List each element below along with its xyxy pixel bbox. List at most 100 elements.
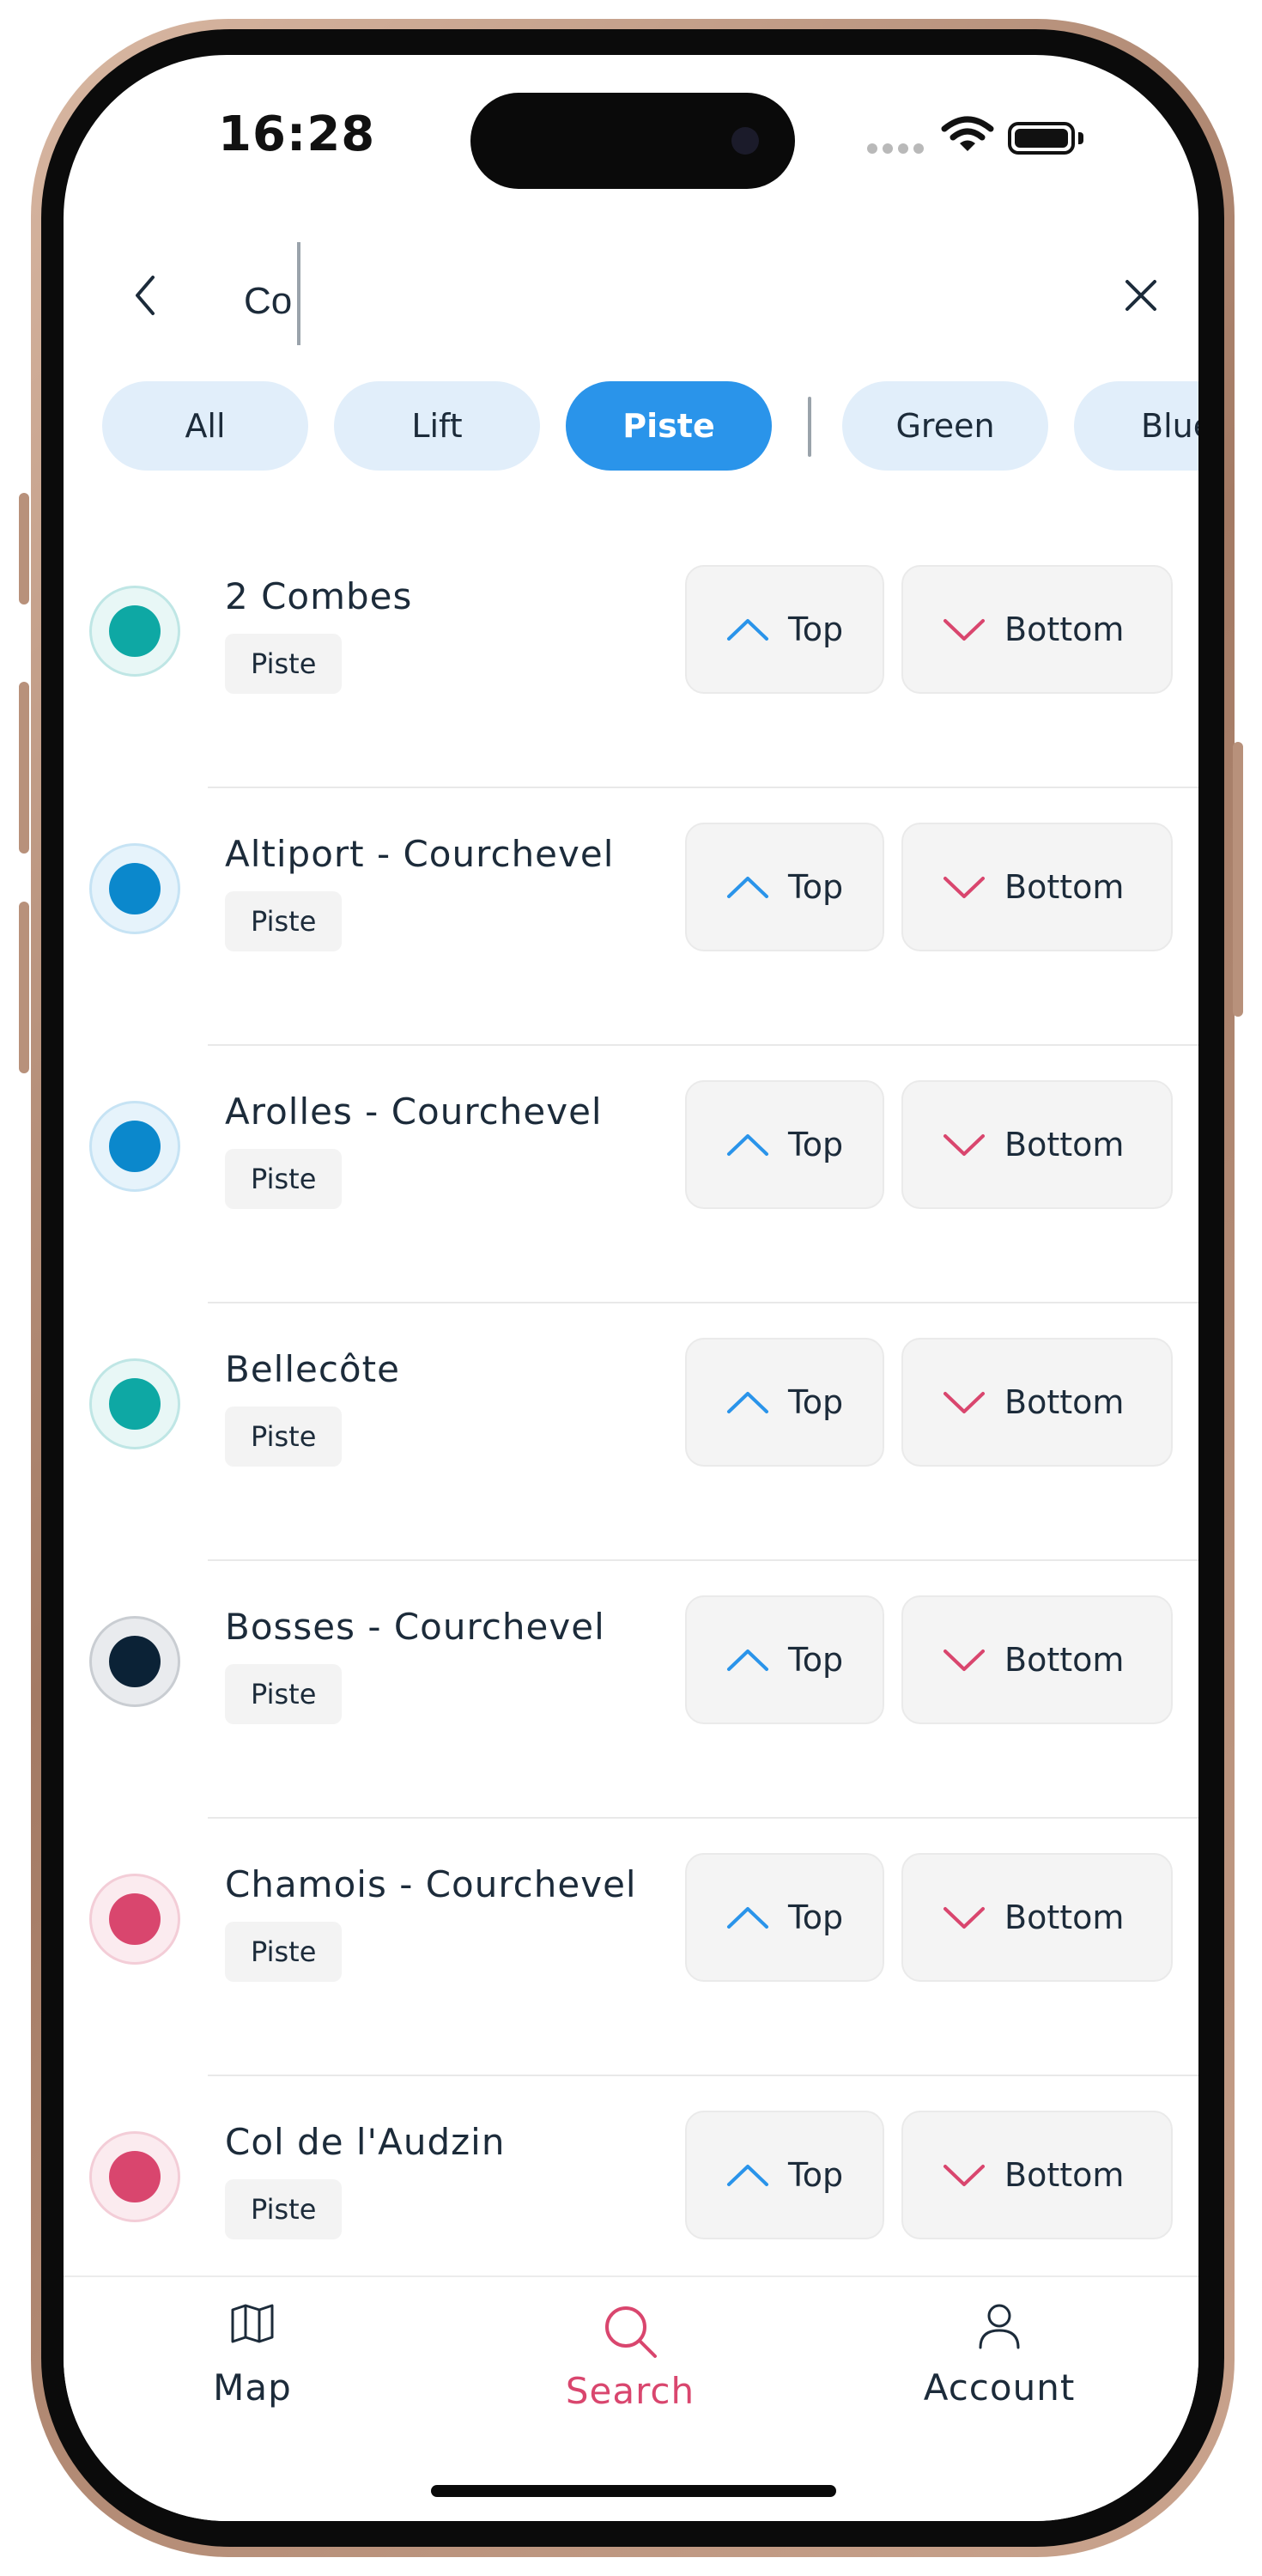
type-badge: Piste <box>225 1664 343 1724</box>
tab-search[interactable]: Search <box>501 2303 759 2412</box>
battery-icon <box>1008 122 1075 155</box>
chevron-down-icon <box>943 619 985 641</box>
go-to-bottom-button[interactable]: Bottom <box>901 823 1173 951</box>
type-badge: Piste <box>225 891 343 951</box>
text-cursor <box>297 242 300 345</box>
top-label: Top <box>788 1641 844 1679</box>
go-to-top-button[interactable]: Top <box>685 2111 884 2239</box>
bottom-label: Bottom <box>1004 1126 1125 1163</box>
wifi-icon <box>941 116 994 151</box>
top-label: Top <box>788 1899 844 1936</box>
list-item[interactable]: Altiport - Courchevel Piste Top Bottom <box>64 788 1198 1046</box>
chevron-up-icon <box>727 2165 768 2186</box>
screen: 16:28 All Lift Piste Green Blue 2 Combes… <box>64 55 1198 2521</box>
chevron-up-icon <box>727 1907 768 1929</box>
go-to-top-button[interactable]: Top <box>685 1595 884 1724</box>
dynamic-island <box>470 93 795 189</box>
top-label: Top <box>788 868 844 906</box>
go-to-top-button[interactable]: Top <box>685 1853 884 1982</box>
top-label: Top <box>788 611 844 648</box>
search-input[interactable] <box>242 266 1018 337</box>
go-to-bottom-button[interactable]: Bottom <box>901 1853 1173 1982</box>
status-time: 16:28 <box>218 106 376 162</box>
chip-piste[interactable]: Piste <box>566 381 772 471</box>
top-label: Top <box>788 1383 844 1421</box>
piste-name: Bellecôte <box>225 1348 400 1390</box>
difficulty-indicator <box>89 2131 180 2222</box>
type-badge: Piste <box>225 1149 343 1209</box>
difficulty-indicator <box>89 1616 180 1707</box>
home-indicator[interactable] <box>431 2485 836 2497</box>
piste-name: 2 Combes <box>225 575 413 617</box>
power-button <box>1233 742 1243 1017</box>
type-badge: Piste <box>225 1406 343 1467</box>
tab-label: Search <box>565 2370 695 2412</box>
piste-name: Col de l'Audzin <box>225 2121 506 2163</box>
go-to-bottom-button[interactable]: Bottom <box>901 1338 1173 1467</box>
tab-account[interactable]: Account <box>871 2303 1128 2409</box>
chevron-up-icon <box>727 1134 768 1156</box>
battery-tip <box>1078 132 1083 144</box>
chip-divider <box>808 397 811 457</box>
chevron-up-icon <box>727 1392 768 1413</box>
bottom-label: Bottom <box>1004 1899 1125 1936</box>
chevron-down-icon <box>943 1649 985 1671</box>
action-button <box>19 493 29 605</box>
go-to-top-button[interactable]: Top <box>685 1080 884 1209</box>
difficulty-indicator <box>89 1874 180 1965</box>
list-item[interactable]: Bellecôte Piste Top Bottom <box>64 1303 1198 1561</box>
bottom-label: Bottom <box>1004 611 1125 648</box>
bottom-label: Bottom <box>1004 1383 1125 1421</box>
clear-search-button[interactable] <box>1111 261 1171 330</box>
piste-name: Bosses - Courchevel <box>225 1606 605 1648</box>
piste-name: Altiport - Courchevel <box>225 833 615 875</box>
chevron-down-icon <box>943 1134 985 1156</box>
type-badge: Piste <box>225 2179 343 2239</box>
filter-chips: All Lift Piste Green Blue <box>102 381 1198 471</box>
tab-label: Account <box>923 2366 1076 2409</box>
chevron-up-icon <box>727 619 768 641</box>
list-item[interactable]: Bosses - Courchevel Piste Top Bottom <box>64 1561 1198 1819</box>
difficulty-indicator <box>89 843 180 934</box>
volume-up-button <box>19 682 29 854</box>
difficulty-indicator <box>89 1101 180 1192</box>
chevron-up-icon <box>727 1649 768 1671</box>
chevron-up-icon <box>727 877 768 898</box>
go-to-bottom-button[interactable]: Bottom <box>901 1080 1173 1209</box>
piste-name: Arolles - Courchevel <box>225 1091 603 1133</box>
account-icon <box>979 2304 1020 2349</box>
search-icon <box>605 2306 657 2358</box>
list-item[interactable]: Arolles - Courchevel Piste Top Bottom <box>64 1046 1198 1303</box>
go-to-top-button[interactable]: Top <box>685 823 884 951</box>
front-camera-icon <box>731 127 759 155</box>
chip-all[interactable]: All <box>102 381 308 471</box>
chip-green[interactable]: Green <box>842 381 1048 471</box>
difficulty-indicator <box>89 1358 180 1449</box>
list-item[interactable]: Chamois - Courchevel Piste Top Bottom <box>64 1819 1198 2076</box>
top-label: Top <box>788 1126 844 1163</box>
type-badge: Piste <box>225 1922 343 1982</box>
bottom-label: Bottom <box>1004 1641 1125 1679</box>
chevron-down-icon <box>943 1907 985 1929</box>
go-to-bottom-button[interactable]: Bottom <box>901 565 1173 694</box>
chip-blue[interactable]: Blue <box>1074 381 1198 471</box>
chip-lift[interactable]: Lift <box>334 381 540 471</box>
go-to-bottom-button[interactable]: Bottom <box>901 1595 1173 1724</box>
list-item[interactable]: 2 Combes Piste Top Bottom <box>64 531 1198 788</box>
piste-name: Chamois - Courchevel <box>225 1863 637 1905</box>
go-to-top-button[interactable]: Top <box>685 565 884 694</box>
tab-map[interactable]: Map <box>124 2303 381 2409</box>
cellular-signal-icon <box>867 141 929 157</box>
chevron-down-icon <box>943 1392 985 1413</box>
top-label: Top <box>788 2156 844 2194</box>
type-badge: Piste <box>225 634 343 694</box>
difficulty-indicator <box>89 586 180 677</box>
back-button[interactable] <box>115 261 175 330</box>
bottom-label: Bottom <box>1004 2156 1125 2194</box>
volume-down-button <box>19 902 29 1073</box>
map-icon <box>231 2304 274 2343</box>
tab-label: Map <box>213 2366 292 2409</box>
chevron-left-icon <box>136 276 155 315</box>
go-to-top-button[interactable]: Top <box>685 1338 884 1467</box>
go-to-bottom-button[interactable]: Bottom <box>901 2111 1173 2239</box>
